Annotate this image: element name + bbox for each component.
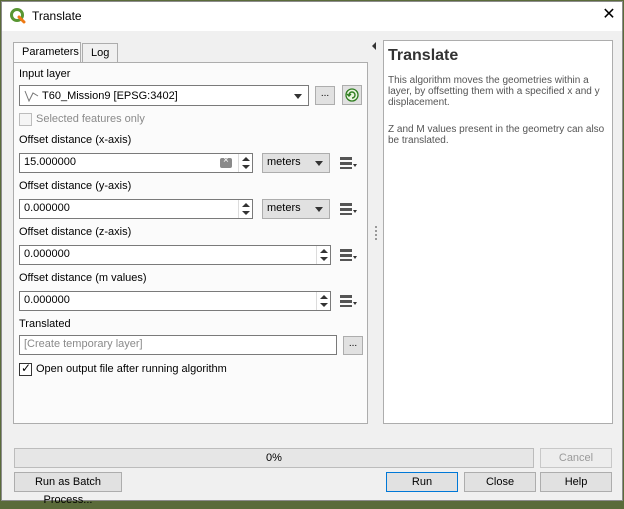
data-defined-override-icon[interactable] — [338, 155, 358, 171]
offset-m-input[interactable]: 0.000000 — [19, 291, 331, 311]
translated-output-input[interactable]: [Create temporary layer] — [19, 335, 337, 355]
spin-up-icon — [242, 157, 250, 161]
title-bar: Translate ✕ — [2, 2, 622, 31]
chevron-down-icon — [315, 207, 323, 212]
iterate-button[interactable] — [342, 85, 362, 105]
selected-features-checkbox[interactable] — [19, 113, 32, 126]
help-button[interactable]: Help — [540, 472, 612, 492]
translate-dialog: Translate ✕ Parameters Log Input layer T… — [1, 1, 623, 506]
offset-m-spinner[interactable] — [316, 292, 330, 310]
browse-layer-button[interactable]: ... — [315, 86, 335, 105]
cancel-button[interactable]: Cancel — [540, 448, 612, 468]
open-output-label: Open output file after running algorithm — [36, 363, 227, 375]
clear-icon[interactable] — [220, 155, 232, 168]
offset-z-value: 0.000000 — [24, 248, 70, 260]
spin-up-icon — [320, 295, 328, 299]
data-defined-override-icon[interactable] — [338, 201, 358, 217]
offset-y-spinner[interactable] — [238, 200, 252, 218]
tab-parameters-label: Parameters — [22, 46, 79, 58]
input-layer-select[interactable]: T60_Mission9 [EPSG:3402] — [19, 85, 309, 106]
spin-down-icon — [320, 303, 328, 307]
batch-process-button[interactable]: Run as Batch Process... — [14, 472, 122, 506]
translated-browse-button[interactable]: ... — [343, 336, 363, 355]
close-icon[interactable]: ✕ — [600, 6, 618, 24]
spin-up-icon — [242, 203, 250, 207]
close-button[interactable]: Close — [464, 472, 536, 492]
progress-bar: 0% — [14, 448, 534, 468]
help-pane: Translate This algorithm moves the geome… — [383, 40, 613, 424]
input-layer-value: T60_Mission9 [EPSG:3402] — [42, 90, 178, 102]
offset-m-label: Offset distance (m values) — [19, 272, 147, 284]
help-title: Translate — [388, 47, 459, 64]
run-button[interactable]: Run — [386, 472, 458, 492]
selected-features-label: Selected features only — [36, 113, 145, 125]
offset-y-label: Offset distance (y-axis) — [19, 180, 132, 192]
offset-x-input[interactable]: 15.000000 — [19, 153, 253, 173]
offset-y-input[interactable]: 0.000000 — [19, 199, 253, 219]
offset-z-input[interactable]: 0.000000 — [19, 245, 331, 265]
translated-label: Translated — [19, 318, 71, 330]
offset-z-spinner[interactable] — [316, 246, 330, 264]
offset-y-unit-value: meters — [267, 202, 301, 214]
checkmark-icon: ✓ — [21, 361, 32, 375]
translated-placeholder: [Create temporary layer] — [24, 338, 143, 350]
spin-up-icon — [320, 249, 328, 253]
offset-y-unit-select[interactable]: meters — [262, 199, 330, 219]
offset-x-label: Offset distance (x-axis) — [19, 134, 132, 146]
offset-z-label: Offset distance (z-axis) — [19, 226, 132, 238]
offset-x-value: 15.000000 — [24, 156, 76, 168]
tab-log[interactable]: Log — [82, 43, 118, 63]
progress-text: 0% — [266, 452, 282, 464]
window-title: Translate — [32, 9, 82, 23]
spin-down-icon — [242, 211, 250, 215]
tab-parameters[interactable]: Parameters — [13, 42, 81, 64]
help-zm-note: Z and M values present in the geometry c… — [388, 124, 605, 146]
tab-log-label: Log — [91, 47, 110, 59]
chevron-down-icon — [315, 161, 323, 166]
spin-down-icon — [320, 257, 328, 261]
offset-x-unit-select[interactable]: meters — [262, 153, 330, 173]
qgis-logo-icon — [10, 8, 26, 24]
data-defined-override-icon[interactable] — [338, 247, 358, 263]
splitter-handle[interactable] — [375, 226, 377, 240]
parameters-panel: Input layer T60_Mission9 [EPSG:3402] ...… — [13, 62, 368, 424]
refresh-icon — [345, 88, 359, 102]
help-description: This algorithm moves the geometries with… — [388, 75, 600, 108]
input-layer-label: Input layer — [19, 68, 71, 80]
offset-m-value: 0.000000 — [24, 294, 70, 306]
line-layer-icon — [24, 90, 39, 102]
open-output-checkbox[interactable]: ✓ — [19, 361, 32, 376]
offset-x-spinner[interactable] — [238, 154, 252, 172]
chevron-down-icon — [294, 94, 302, 99]
collapse-help-icon[interactable] — [372, 42, 376, 50]
offset-y-value: 0.000000 — [24, 202, 70, 214]
data-defined-override-icon[interactable] — [338, 293, 358, 309]
offset-x-unit-value: meters — [267, 156, 301, 168]
spin-down-icon — [242, 165, 250, 169]
